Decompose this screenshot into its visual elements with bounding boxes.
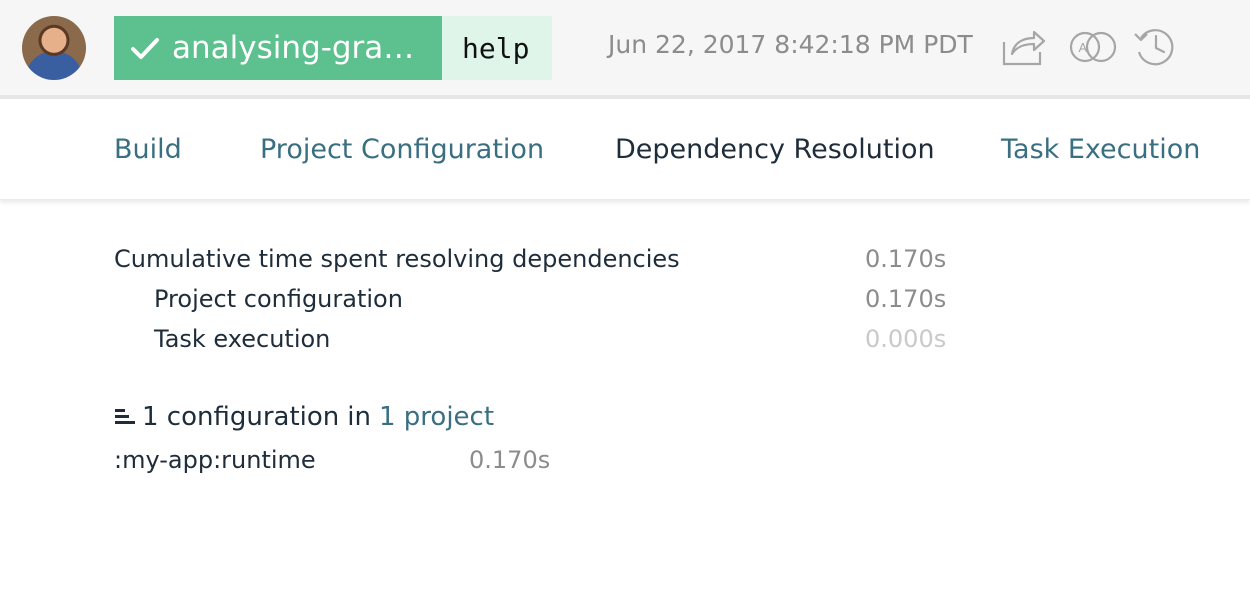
svg-text:A: A bbox=[1079, 40, 1088, 55]
cumulative-time-label: Cumulative time spent resolving dependen… bbox=[114, 245, 680, 273]
list-icon bbox=[115, 409, 135, 424]
history-icon[interactable] bbox=[1132, 24, 1178, 70]
tab-dependency-resolution[interactable]: Dependency Resolution bbox=[615, 134, 935, 165]
tab-project-configuration[interactable]: Project Configuration bbox=[260, 134, 544, 165]
configuration-time: 0.170s bbox=[469, 446, 551, 474]
build-task: help bbox=[442, 16, 552, 80]
compare-icon[interactable]: A bbox=[1068, 24, 1120, 70]
build-name-badge[interactable]: analysing-gradle… bbox=[114, 16, 442, 80]
project-configuration-value: 0.170s bbox=[865, 285, 947, 313]
configuration-summary: 1 configuration in 1 project bbox=[114, 402, 494, 432]
build-status-box: analysing-gradle… help bbox=[114, 16, 552, 80]
check-icon bbox=[131, 38, 159, 59]
section-tabs: Build Project Configuration Dependency R… bbox=[0, 99, 1250, 200]
top-bar: analysing-gradle… help Jun 22, 2017 8:42… bbox=[0, 0, 1250, 99]
build-timestamp: Jun 22, 2017 8:42:18 PM PDT bbox=[608, 30, 973, 59]
share-icon[interactable] bbox=[1000, 24, 1046, 70]
task-execution-label: Task execution bbox=[154, 325, 331, 353]
project-count-link[interactable]: 1 project bbox=[379, 402, 494, 432]
configuration-name[interactable]: :my-app:runtime bbox=[114, 446, 316, 474]
build-name: analysing-gradle… bbox=[172, 30, 420, 66]
tab-task-execution[interactable]: Task Execution bbox=[1001, 134, 1200, 165]
configuration-in-word: in bbox=[347, 402, 371, 432]
task-execution-value: 0.000s bbox=[865, 325, 947, 353]
cumulative-time-value: 0.170s bbox=[865, 245, 947, 273]
configuration-count: 1 configuration bbox=[142, 402, 340, 432]
tab-build[interactable]: Build bbox=[114, 134, 182, 165]
project-configuration-label: Project configuration bbox=[154, 285, 403, 313]
avatar[interactable] bbox=[22, 16, 86, 80]
